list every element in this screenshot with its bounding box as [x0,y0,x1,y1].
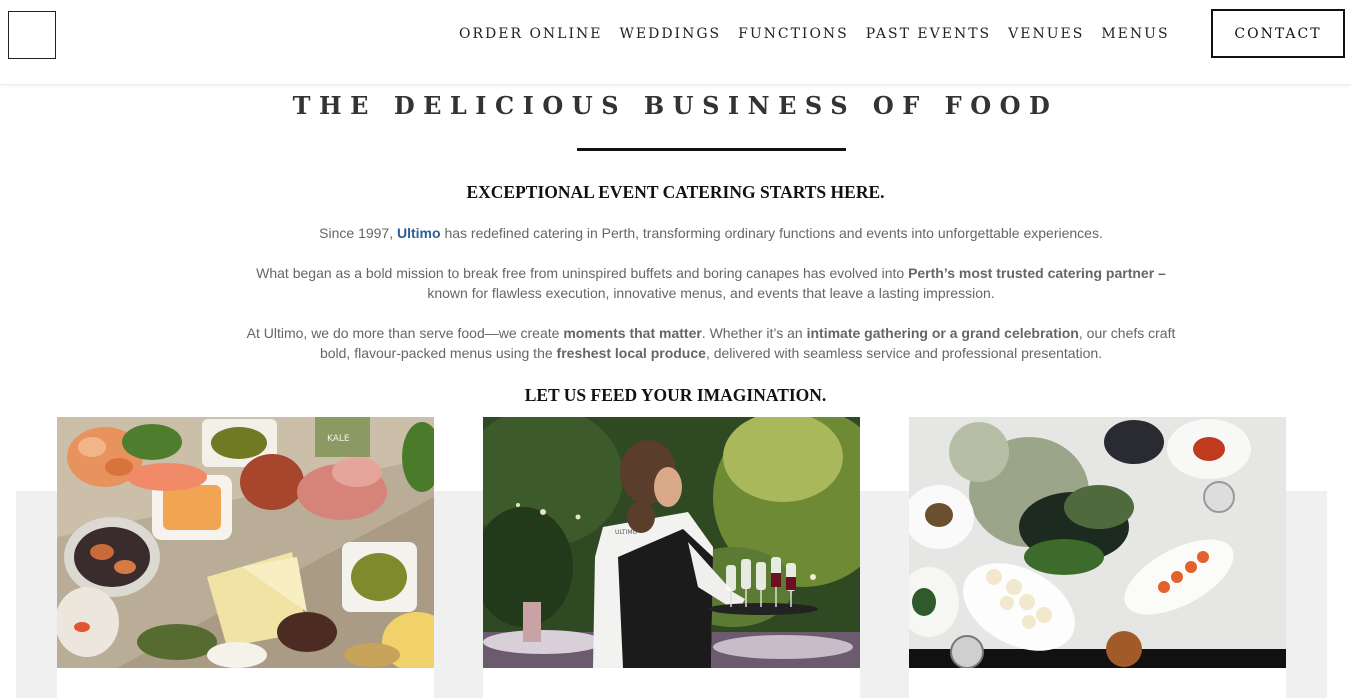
para3-text-a: At Ultimo, we do more than serve food—we… [246,325,564,341]
para1-text-a: Since 1997, [319,225,397,241]
nav-order-online[interactable]: ORDER ONLINE [459,25,602,43]
brand-link[interactable]: Ultimo [397,225,441,241]
waiter-serving-wine-photo: ULTIMO [483,417,860,668]
para3-text-d: , delivered with seamless service and pr… [705,345,1103,361]
intro-paragraph-1: Since 1997, Ultimo has redefined caterin… [240,223,1182,243]
title-divider [577,148,846,151]
nav-menus[interactable]: MENUS [1101,25,1169,43]
logo[interactable] [8,11,56,59]
contact-button[interactable]: CONTACT [1211,9,1345,58]
site-header: ORDER ONLINE WEDDINGS FUNCTIONS PAST EVE… [0,0,1351,85]
para2-text-a: What began as a bold mission to break fr… [256,265,909,281]
intro-paragraph-3: At Ultimo, we do more than serve food—we… [240,323,1182,363]
nav-weddings[interactable]: WEDDINGS [619,25,721,43]
para3-bold-3: freshest local produce [556,345,706,361]
apron-text: ULTIMO [615,529,638,536]
grazing-platter-photo: KALE [57,417,434,668]
para2-text-b: known for flawless execution, innovative… [427,285,995,301]
nav-functions[interactable]: FUNCTIONS [738,25,849,43]
gallery-card-waiter[interactable]: ULTIMO [483,417,860,698]
para3-bold-1: moments that matter [563,325,702,341]
gallery-card-canapes[interactable] [909,417,1286,698]
main-nav: ORDER ONLINE WEDDINGS FUNCTIONS PAST EVE… [459,25,1187,43]
para1-text-b: has redefined catering in Perth, transfo… [440,225,1103,241]
svg-text:KALE: KALE [327,434,350,444]
intro-paragraph-2: What began as a bold mission to break fr… [240,263,1182,303]
plated-canapes-table-photo [909,417,1286,668]
cta-heading: LET US FEED YOUR IMAGINATION. [524,385,827,405]
nav-past-events[interactable]: PAST EVENTS [866,25,991,43]
para3-text-b: . Whether it’s an [701,325,807,341]
nav-venues[interactable]: VENUES [1008,25,1084,43]
section-subheading: EXCEPTIONAL EVENT CATERING STARTS HERE. [466,182,885,202]
para2-bold: Perth’s most trusted catering partner – [908,265,1166,281]
page-title: THE DELICIOUS BUSINESS OF FOOD [292,91,1059,120]
gallery-card-platter[interactable]: KALE [57,417,434,698]
para3-bold-2: intimate gathering or a grand celebratio… [806,325,1079,341]
